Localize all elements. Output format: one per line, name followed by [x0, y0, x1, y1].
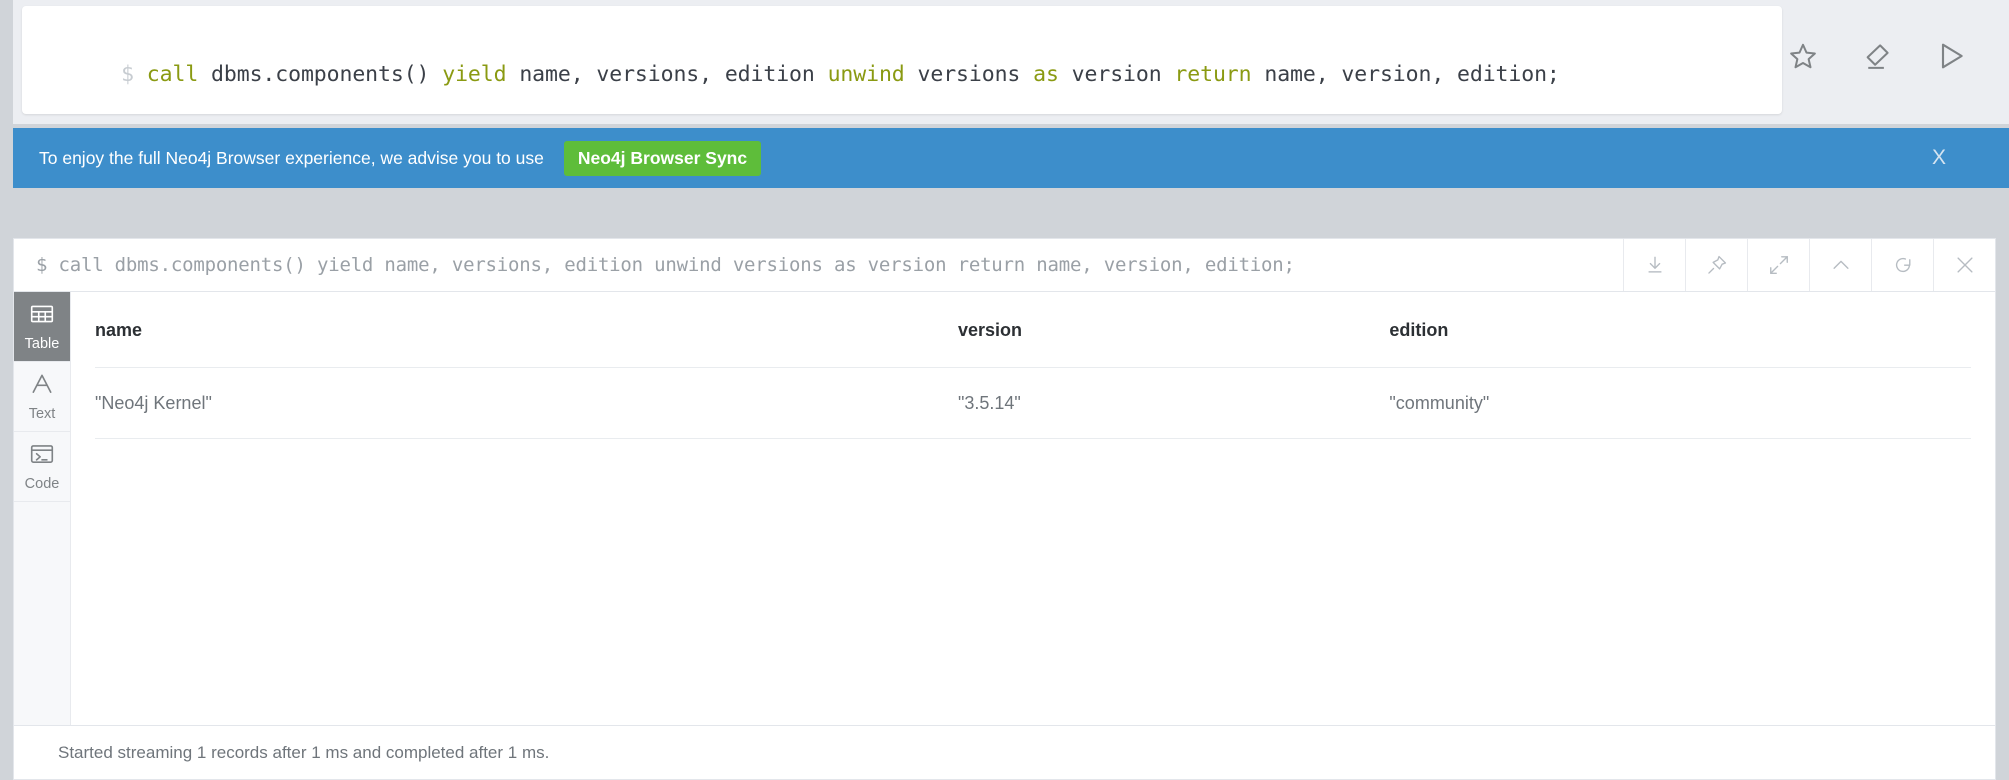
query-editor-card[interactable]: $ call dbms.components() yield name, ver… — [22, 6, 1782, 114]
result-status-bar: Started streaming 1 records after 1 ms a… — [14, 725, 1995, 779]
cypher-text: version — [1058, 62, 1175, 87]
text-icon — [29, 371, 55, 401]
banner-close-icon[interactable]: X — [1932, 146, 1946, 170]
cypher-keyword: unwind — [827, 62, 905, 87]
query-editor-input[interactable]: $ call dbms.components() yield name, ver… — [44, 22, 1762, 127]
pin-icon[interactable] — [1685, 239, 1747, 291]
favorite-icon[interactable] — [1785, 38, 1821, 74]
result-frame: $ call dbms.components() yield name, ver… — [13, 238, 1996, 780]
result-frame-header: $ call dbms.components() yield name, ver… — [14, 239, 1995, 292]
collapse-icon[interactable] — [1809, 239, 1871, 291]
cypher-text: dbms.components() — [198, 62, 443, 87]
view-tab-sidebar: Table Text Code — [14, 292, 71, 725]
cypher-keyword: return — [1174, 62, 1252, 87]
result-frame-body: Table Text Code name version edition "Ne… — [14, 292, 1995, 725]
cell-edition: "community" — [1389, 367, 1971, 439]
code-icon — [29, 441, 55, 471]
clear-icon[interactable] — [1859, 38, 1895, 74]
neo4j-browser-sync-button[interactable]: Neo4j Browser Sync — [563, 140, 762, 176]
table-icon — [29, 301, 55, 331]
tab-code-label: Code — [24, 476, 60, 492]
cypher-text: versions — [904, 62, 1034, 87]
table-row[interactable]: "Neo4j Kernel" "3.5.14" "community" — [95, 367, 1971, 439]
run-icon[interactable] — [1933, 38, 1969, 74]
tab-code[interactable]: Code — [14, 432, 70, 502]
column-header-edition[interactable]: edition — [1389, 292, 1971, 368]
results-table: name version edition "Neo4j Kernel" "3.5… — [95, 292, 1971, 439]
editor-zone: $ call dbms.components() yield name, ver… — [0, 0, 2009, 124]
prompt-symbol: $ — [121, 62, 134, 87]
refresh-icon[interactable] — [1871, 239, 1933, 291]
expand-icon[interactable] — [1747, 239, 1809, 291]
banner-message: To enjoy the full Neo4j Browser experien… — [39, 147, 544, 168]
cypher-keyword: as — [1033, 62, 1059, 87]
frame-query-text: $ call dbms.components() yield name, ver… — [36, 254, 1295, 276]
view-tab-filler — [14, 502, 70, 725]
browser-sync-banner: To enjoy the full Neo4j Browser experien… — [13, 128, 2009, 188]
column-header-version[interactable]: version — [957, 292, 1390, 368]
download-icon[interactable] — [1623, 239, 1685, 291]
left-gutter-strip — [0, 0, 13, 124]
cypher-keyword: yield — [442, 62, 507, 87]
tab-text-label: Text — [28, 406, 56, 422]
tab-table[interactable]: Table — [14, 292, 70, 362]
cypher-keyword: call — [146, 62, 199, 87]
results-table-area: name version edition "Neo4j Kernel" "3.5… — [71, 292, 1995, 725]
column-header-name[interactable]: name — [95, 292, 958, 368]
cypher-text: name, version, edition; — [1251, 62, 1560, 87]
close-icon[interactable] — [1933, 239, 1995, 291]
frame-tool-bar — [1623, 239, 1995, 291]
cell-version: "3.5.14" — [957, 367, 1390, 439]
cell-name: "Neo4j Kernel" — [95, 367, 958, 439]
table-header-row: name version edition — [95, 292, 1971, 368]
editor-action-bar — [1785, 0, 1987, 112]
cypher-text: name, versions, edition — [506, 62, 828, 87]
tab-table-label: Table — [24, 336, 60, 352]
tab-text[interactable]: Text — [14, 362, 70, 432]
status-text: Started streaming 1 records after 1 ms a… — [58, 742, 550, 762]
